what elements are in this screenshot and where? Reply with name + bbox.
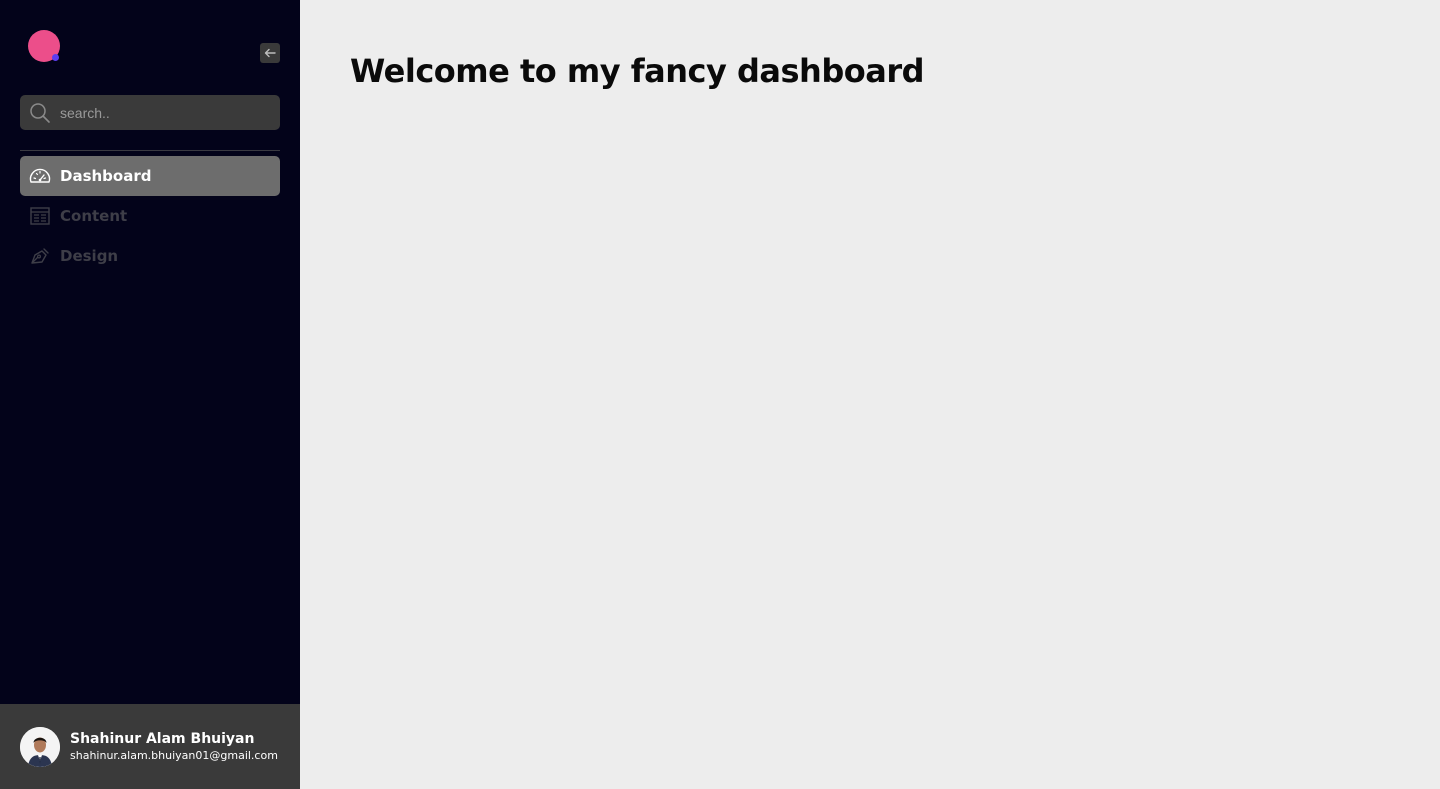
- profile-name: Shahinur Alam Bhuiyan: [70, 730, 255, 747]
- profile-text: Shahinur Alam Bhuiyan shahinur.alam.bhui…: [70, 730, 278, 764]
- arrow-left-icon: [264, 48, 276, 58]
- page-title: Welcome to my fancy dashboard: [350, 52, 925, 90]
- pen-nib-icon: [20, 236, 60, 276]
- profile-email: shahinur.alam.bhuiyan01@gmail.com: [70, 748, 278, 762]
- speedometer-icon: [20, 156, 60, 196]
- search-box: [20, 95, 280, 130]
- sidebar: Dashboard Content: [0, 0, 300, 789]
- sidebar-divider: [20, 150, 280, 151]
- sidebar-nav: Dashboard Content Design: [20, 156, 280, 276]
- sidebar-item-content[interactable]: Content: [20, 196, 280, 236]
- sidebar-item-label: Dashboard: [60, 167, 152, 185]
- sidebar-item-design[interactable]: Design: [20, 236, 280, 276]
- table-icon: [20, 196, 60, 236]
- sidebar-item-label: Design: [60, 247, 119, 265]
- logo-icon[interactable]: [28, 30, 60, 62]
- sidebar-item-dashboard[interactable]: Dashboard: [20, 156, 280, 196]
- main-content: Welcome to my fancy dashboard: [300, 0, 1440, 789]
- logo-dot: [52, 54, 59, 61]
- collapse-sidebar-button[interactable]: [260, 43, 280, 63]
- sidebar-item-label: Content: [60, 207, 128, 225]
- avatar: [20, 726, 60, 767]
- search-input[interactable]: [60, 95, 270, 130]
- search-icon: [20, 95, 60, 130]
- user-profile[interactable]: Shahinur Alam Bhuiyan shahinur.alam.bhui…: [0, 704, 300, 789]
- app-root: Dashboard Content: [0, 0, 1440, 789]
